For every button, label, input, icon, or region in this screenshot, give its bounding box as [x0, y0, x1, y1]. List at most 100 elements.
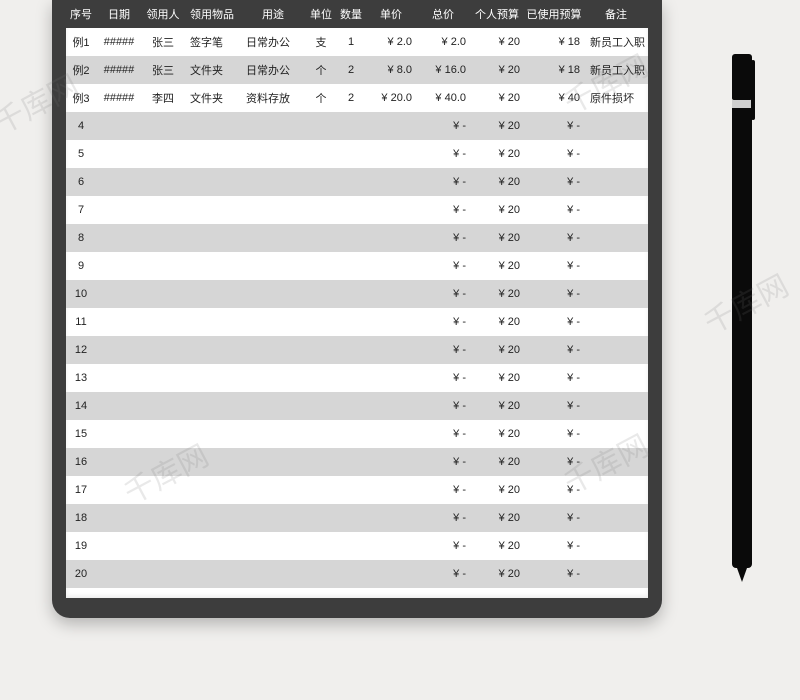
cell-unitprice [366, 196, 416, 224]
cell-unit [306, 280, 336, 308]
col-seq: 序号 [66, 0, 96, 28]
cell-purpose [240, 112, 306, 140]
cell-unitprice [366, 224, 416, 252]
cell-item [184, 532, 240, 560]
cell-unit: 个 [306, 84, 336, 112]
cell-seq: 18 [66, 504, 96, 532]
cell-date [96, 112, 142, 140]
table-row: 12¥ -¥ 20¥ - [66, 336, 648, 364]
cell-budget: ¥ 20 [470, 140, 524, 168]
cell-unit: 支 [306, 28, 336, 56]
cell-budget: ¥ 20 [470, 112, 524, 140]
cell-item: 签字笔 [184, 28, 240, 56]
table-row: 7¥ -¥ 20¥ - [66, 196, 648, 224]
cell-note [584, 532, 648, 560]
cell-qty [336, 196, 366, 224]
cell-unitprice [366, 280, 416, 308]
cell-qty [336, 420, 366, 448]
cell-total: ¥ - [416, 392, 470, 420]
cell-unit [306, 112, 336, 140]
cell-date [96, 140, 142, 168]
table-row: 18 ¥ -¥ 20¥ - [66, 504, 648, 532]
cell-qty [336, 560, 366, 588]
cell-person: 张三 [142, 56, 184, 84]
cell-unitprice [366, 336, 416, 364]
cell-item [184, 364, 240, 392]
cell-unitprice [366, 448, 416, 476]
cell-qty [336, 252, 366, 280]
cell-seq: 20 [66, 560, 96, 588]
cell-purpose [240, 560, 306, 588]
cell-total: ¥ - [416, 420, 470, 448]
cell-total: ¥ - [416, 224, 470, 252]
cell-item [184, 168, 240, 196]
cell-seq: 12 [66, 336, 96, 364]
cell-used: ¥ - [524, 336, 584, 364]
cell-total: ¥ - [416, 504, 470, 532]
cell-unitprice [366, 308, 416, 336]
cell-budget: ¥ 20 [470, 196, 524, 224]
cell-unit [306, 252, 336, 280]
cell-unit [306, 308, 336, 336]
cell-unit [306, 168, 336, 196]
table-row: 9¥ -¥ 20¥ - [66, 252, 648, 280]
cell-qty [336, 504, 366, 532]
cell-qty: 1 [336, 28, 366, 56]
cell-unitprice [366, 140, 416, 168]
cell-total: ¥ - [416, 448, 470, 476]
cell-unitprice [366, 476, 416, 504]
col-person: 领用人 [142, 0, 184, 28]
cell-used: ¥ - [524, 196, 584, 224]
cell-person [142, 420, 184, 448]
table-row: 13¥ -¥ 20¥ - [66, 364, 648, 392]
cell-date: ##### [96, 28, 142, 56]
cell-person [142, 140, 184, 168]
cell-purpose [240, 280, 306, 308]
cell-person [142, 392, 184, 420]
cell-purpose [240, 168, 306, 196]
cell-person [142, 308, 184, 336]
cell-purpose: 日常办公 [240, 28, 306, 56]
cell-item [184, 448, 240, 476]
cell-qty [336, 112, 366, 140]
cell-used: ¥ - [524, 168, 584, 196]
cell-seq: 8 [66, 224, 96, 252]
cell-purpose [240, 392, 306, 420]
cell-note [584, 140, 648, 168]
cell-used: ¥ - [524, 532, 584, 560]
cell-seq: 14 [66, 392, 96, 420]
cell-budget: ¥ 20 [470, 252, 524, 280]
cell-seq: 10 [66, 280, 96, 308]
cell-purpose: 日常办公 [240, 56, 306, 84]
cell-qty [336, 532, 366, 560]
cell-date [96, 420, 142, 448]
cell-budget: ¥ 20 [470, 84, 524, 112]
cell-used: ¥ - [524, 504, 584, 532]
cell-note: 新员工入职 [584, 56, 648, 84]
cell-purpose [240, 448, 306, 476]
cell-seq: 例2 [66, 56, 96, 84]
cell-budget: ¥ 20 [470, 504, 524, 532]
cell-note [584, 420, 648, 448]
cell-item [184, 224, 240, 252]
cell-used: ¥ 40 [524, 84, 584, 112]
cell-date [96, 476, 142, 504]
cell-total: ¥ - [416, 532, 470, 560]
cell-unit [306, 560, 336, 588]
cell-item: 文件夹 [184, 56, 240, 84]
cell-date [96, 196, 142, 224]
cell-budget: ¥ 20 [470, 56, 524, 84]
cell-qty [336, 168, 366, 196]
table-row: 例2#####张三文件夹日常办公个2¥ 8.0¥ 16.0¥ 20¥ 18新员工… [66, 56, 648, 84]
cell-used: ¥ - [524, 392, 584, 420]
cell-unit [306, 392, 336, 420]
cell-person [142, 532, 184, 560]
cell-qty [336, 476, 366, 504]
cell-qty: 2 [336, 84, 366, 112]
cell-qty: 2 [336, 56, 366, 84]
cell-total: ¥ - [416, 560, 470, 588]
cell-seq: 13 [66, 364, 96, 392]
cell-item [184, 308, 240, 336]
cell-purpose [240, 140, 306, 168]
cell-qty [336, 364, 366, 392]
